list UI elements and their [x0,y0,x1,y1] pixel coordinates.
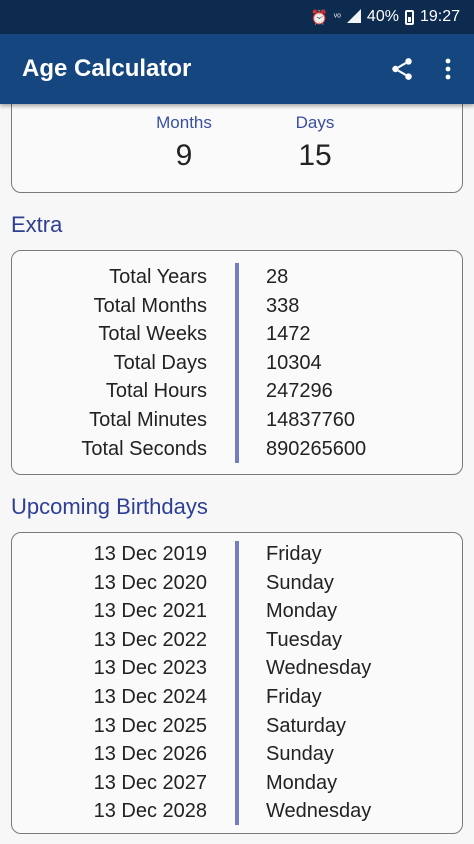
table-row: 13 Dec 2024 Friday [12,683,462,712]
row-value: Sunday [266,571,334,594]
extra-card: Total Years 28 Total Months 338 Total Weeks 1… [11,250,463,475]
table-row: Total Days 10304 [12,349,462,378]
row-value: Friday [266,686,322,708]
row-label: Total Months [93,294,207,317]
table-row: 13 Dec 2019 Friday [12,540,462,569]
days-value: 15 [298,139,332,172]
row-value: 28 [266,266,289,288]
table-row: 13 Dec 2025 Saturday [12,712,462,741]
row-label: 13 Dec 2025 [93,714,207,737]
row-label: Total Days [113,351,207,374]
row-value: Friday [266,543,322,565]
status-bar: ⏰ ᵛᵒ 40% 19:27 [0,0,474,34]
row-value: 247296 [266,380,333,403]
row-label: Total Weeks [98,323,207,346]
clock: 19:27 [419,8,460,25]
months-block: Months 9 [114,113,254,173]
volte-icon: ᵛᵒ [333,11,341,23]
days-block: Days 15 [245,113,385,173]
overflow-menu-button[interactable] [428,49,468,89]
row-value: Sunday [266,743,334,766]
row-label: 13 Dec 2022 [93,628,207,651]
table-row: Total Minutes 14837760 [12,406,462,435]
table-row: Total Years 28 [12,263,462,292]
row-label: 13 Dec 2020 [93,571,207,594]
upcoming-title: Upcoming Birthdays [11,494,208,519]
row-label: 13 Dec 2021 [93,600,207,623]
table-row: Total Months 338 [12,292,462,321]
row-label: 13 Dec 2024 [93,686,207,708]
days-label: Days [295,113,335,132]
table-row: 13 Dec 2026 Sunday [12,740,462,769]
row-value: Monday [266,600,338,623]
row-label: 13 Dec 2027 [93,771,207,794]
row-value: 14837760 [266,409,355,431]
row-label: Total Seconds [81,437,207,460]
row-label: Total Hours [105,380,207,403]
months-value: 9 [175,139,193,172]
row-value: 1472 [266,323,311,346]
app-bar: Age Calculator [0,34,474,104]
row-value: Wednesday [266,800,372,823]
table-row: 13 Dec 2027 Monday [12,769,462,798]
row-value: 338 [266,294,300,317]
share-icon [392,58,412,80]
row-label: 13 Dec 2026 [93,743,207,766]
share-button[interactable] [382,49,422,89]
row-label: Total Years [109,266,207,288]
battery-percent: 40% [366,8,399,25]
row-value: 10304 [266,351,322,374]
row-value: 890265600 [266,437,367,460]
table-row: 13 Dec 2020 Sunday [12,569,462,598]
alarm-icon: ⏰ [310,8,328,25]
table-row: 13 Dec 2028 Wednesday [12,797,462,826]
table-row: 13 Dec 2021 Monday [12,597,462,626]
signal-icon [346,8,361,26]
age-summary-card: Months 9 Days 15 [11,104,463,193]
table-row: 13 Dec 2022 Tuesday [12,626,462,655]
extra-title: Extra [11,212,63,237]
row-value: Monday [266,771,338,794]
row-label: 13 Dec 2028 [93,800,207,823]
months-label: Months [156,113,212,132]
row-value: Tuesday [266,628,342,651]
table-row: 13 Dec 2023 Wednesday [12,654,462,683]
table-row: Total Weeks 1472 [12,320,462,349]
row-label: 13 Dec 2019 [93,543,207,565]
scroll-content[interactable]: Months 9 Days 15 Extra Total Years 28 Tota… [0,104,474,844]
row-value: Wednesday [266,657,372,680]
app-title: Age Calculator [22,55,192,82]
more-vert-icon [445,58,451,80]
row-value: Saturday [266,714,347,737]
battery-icon [404,9,414,25]
table-row: Total Hours 247296 [12,377,462,406]
row-label: 13 Dec 2023 [93,657,207,680]
table-row: Total Seconds 890265600 [12,435,462,464]
upcoming-card: 13 Dec 2019 Friday 13 Dec 2020 Sunday 13 Dec… [11,532,463,834]
row-label: Total Minutes [89,409,207,431]
